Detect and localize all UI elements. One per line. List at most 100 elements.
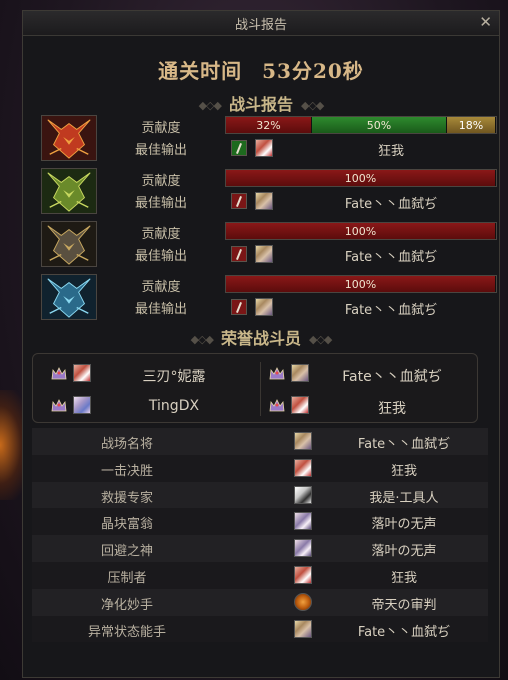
award-title: 净化妙手 [100, 597, 153, 613]
class-slash-icon [231, 246, 247, 262]
player-portrait-icon [294, 512, 312, 531]
award-winner: 狂我 [390, 463, 417, 479]
honor-member-name: 三刃°妮露 [142, 369, 206, 385]
player-portrait-icon [294, 619, 312, 638]
award-winner: 狂我 [390, 570, 417, 586]
contribution-label: 贡献度 [141, 227, 181, 242]
award-row: 救援专家 我是·工具人 [32, 481, 488, 509]
best-output-player: Fate丶丶血弑ぢ [344, 303, 438, 318]
best-output-player: Fate丶丶血弑ぢ [344, 250, 438, 265]
contribution-segment: 32% [226, 117, 312, 133]
honor-member[interactable]: 狂我 [269, 392, 469, 422]
player-portrait-icon [294, 432, 312, 450]
player-portrait-icon [294, 458, 312, 477]
award-winner: 落叶の无声 [371, 544, 437, 560]
player-portrait-icon [291, 364, 309, 382]
report-section-heading: ◆◇◆ 战斗报告 ◆◇◆ [23, 91, 499, 115]
award-title: 异常状态能手 [87, 624, 166, 640]
crown-icon [51, 366, 67, 380]
class-slash-icon [231, 193, 247, 209]
player-portrait-icon [255, 192, 273, 210]
clear-time: 通关时间 53分20秒 [23, 55, 499, 84]
player-portrait-icon [294, 539, 312, 558]
clear-time-label: 通关时间 [158, 59, 243, 83]
divider [260, 362, 261, 416]
best-output-label: 最佳输出 [134, 196, 187, 211]
player-portrait-icon [73, 364, 91, 382]
award-winner: 我是·工具人 [369, 490, 439, 506]
blue-horned-boss-icon [41, 274, 97, 320]
best-output-row: Fate丶丶血弑ぢ [225, 191, 497, 212]
player-portrait-icon [294, 565, 312, 584]
green-horned-boss-icon [41, 168, 97, 214]
award-row: 回避之神 落叶の无声 [32, 535, 488, 562]
award-title: 压制者 [107, 570, 147, 586]
boss-row: 贡献度 最佳输出 32% 50% 18% 狂我 [41, 115, 499, 161]
honor-members-box: 三刃°妮露 Fate丶丶血弑ぢ TingDX 狂我 [32, 353, 478, 423]
dark-gold-boss-icon [41, 221, 97, 267]
boss-row: 贡献度 最佳输出 100% Fate丶丶血弑ぢ [41, 221, 499, 267]
report-heading-text: 战斗报告 [228, 95, 293, 114]
best-output-row: Fate丶丶血弑ぢ [225, 244, 497, 265]
award-row: 一击决胜 狂我 [32, 454, 488, 482]
player-portrait-icon [255, 245, 273, 263]
crown-icon [269, 398, 285, 412]
award-table: 战场名将 Fate丶丶血弑ぢ 一击决胜 狂我 救援专家 我是·工具人 晶块富翁 … [32, 428, 488, 643]
award-title: 回避之神 [100, 544, 153, 560]
boss-row: 贡献度 最佳输出 100% Fate丶丶血弑ぢ [41, 168, 499, 214]
ornament-right-icon: ◆◇◆ [309, 333, 332, 346]
ornament-left-icon: ◆◇◆ [190, 333, 214, 346]
player-portrait-icon [291, 396, 309, 414]
contribution-label: 贡献度 [141, 280, 181, 295]
contribution-label: 贡献度 [141, 174, 181, 189]
award-title: 一击决胜 [100, 463, 153, 479]
crown-icon [51, 398, 67, 412]
title-bar[interactable]: 战斗报告 ✕ [23, 11, 499, 36]
ornament-right-icon: ◆◇◆ [301, 99, 324, 112]
contribution-label: 贡献度 [141, 121, 181, 136]
class-slash-icon [231, 140, 247, 156]
boss-row: 贡献度 最佳输出 100% Fate丶丶血弑ぢ [41, 274, 499, 320]
contribution-bar: 32% 50% 18% [225, 116, 497, 134]
honor-member[interactable]: Fate丶丶血弑ぢ [269, 360, 469, 390]
clear-time-value: 53分20秒 [262, 59, 364, 83]
contribution-segment: 50% [312, 117, 447, 133]
player-portrait-icon [294, 485, 312, 504]
honor-member[interactable]: 三刃°妮露 [51, 360, 251, 390]
player-portrait-icon [255, 298, 273, 316]
honor-heading-text: 荣誉战斗员 [220, 329, 301, 348]
best-output-label: 最佳输出 [134, 302, 187, 317]
award-winner: 落叶の无声 [371, 517, 437, 533]
award-winner: 帝天の审判 [371, 597, 437, 613]
award-title: 救援专家 [100, 490, 153, 506]
best-output-label: 最佳输出 [134, 249, 187, 264]
contribution-segment: 100% [226, 223, 496, 239]
contribution-bar: 100% [225, 222, 497, 240]
contribution-bar: 100% [225, 275, 497, 293]
award-row: 压制者 狂我 [32, 561, 488, 589]
contribution-segment: 100% [226, 170, 496, 186]
honor-member-name: TingDX [148, 398, 200, 414]
award-row: 异常状态能手 Fate丶丶血弑ぢ [32, 615, 488, 643]
award-row: 净化妙手 帝天の审判 [32, 588, 488, 616]
honor-member-name: Fate丶丶血弑ぢ [342, 369, 442, 385]
contribution-bar: 100% [225, 169, 497, 187]
player-portrait-icon [73, 396, 91, 414]
ornament-left-icon: ◆◇◆ [198, 99, 222, 112]
best-output-label: 最佳输出 [134, 143, 187, 158]
award-winner: Fate丶丶血弑ぢ [357, 437, 451, 452]
close-icon[interactable]: ✕ [479, 13, 492, 31]
award-row: 晶块富翁 落叶の无声 [32, 508, 488, 536]
player-portrait-icon [294, 592, 312, 611]
class-slash-icon [231, 299, 247, 315]
best-output-row: 狂我 [225, 138, 497, 159]
contribution-segment: 100% [226, 276, 496, 292]
best-output-row: Fate丶丶血弑ぢ [225, 297, 497, 318]
best-output-player: 狂我 [377, 144, 404, 159]
honor-member-name: 狂我 [378, 401, 406, 417]
window-title: 战斗报告 [234, 18, 287, 33]
player-portrait-icon [255, 139, 273, 157]
contribution-segment: 18% [447, 117, 496, 133]
crown-icon [269, 366, 285, 380]
honor-member[interactable]: TingDX [51, 392, 251, 422]
